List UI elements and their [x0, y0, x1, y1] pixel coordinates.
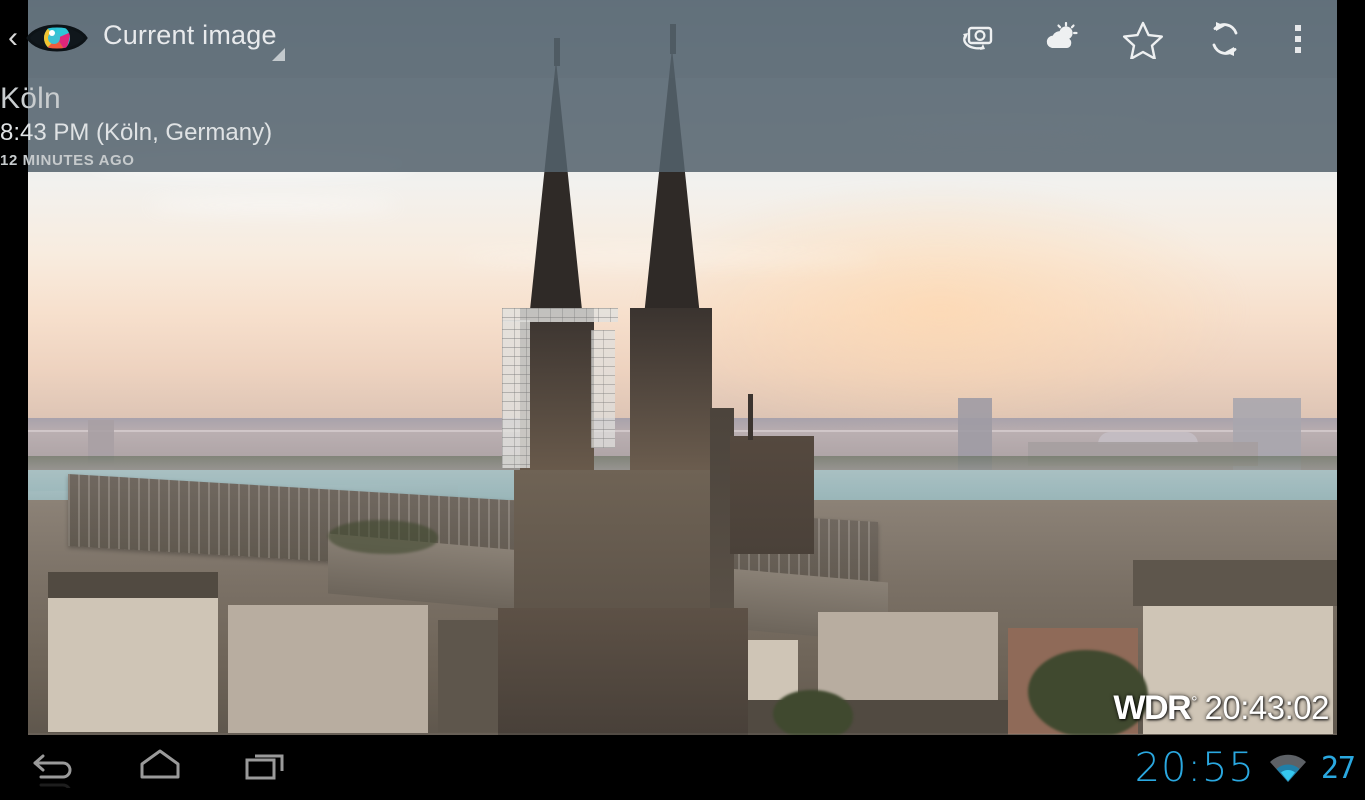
overflow-dot — [1295, 36, 1301, 42]
dropdown-caret-icon[interactable] — [272, 48, 285, 61]
star-icon[interactable] — [1117, 13, 1169, 65]
android-navigation-bar: 20:55 27 — [0, 735, 1365, 800]
tree — [1028, 650, 1148, 735]
nav-back-icon[interactable] — [18, 741, 96, 791]
battery-indicator[interactable]: 27 — [1321, 751, 1356, 786]
overflow-dot — [1295, 47, 1301, 53]
system-status-area: 20:55 27 — [1135, 735, 1356, 800]
wifi-icon[interactable] — [1267, 752, 1309, 784]
camera-name: Köln — [0, 82, 61, 115]
left-tower — [520, 308, 594, 476]
scaffolding — [591, 330, 615, 448]
scaffolding-platform — [502, 308, 618, 322]
scaffolding — [502, 320, 530, 468]
building — [48, 592, 218, 732]
building-roof — [48, 572, 218, 598]
system-clock[interactable]: 20:55 — [1135, 745, 1255, 791]
app-root: WDR ° 20:43:02 ‹ Current image Köln 8:43… — [0, 0, 1365, 800]
refresh-icon[interactable] — [1199, 13, 1251, 65]
camera-rotate-icon[interactable] — [953, 13, 1005, 65]
back-chevron-icon: ‹ — [8, 20, 18, 54]
building — [1143, 600, 1333, 734]
camera-local-time: 8:43 PM (Köln, Germany) — [0, 119, 273, 146]
eye-icon[interactable] — [26, 18, 88, 58]
overflow-dot — [1295, 25, 1301, 31]
cathedral-base — [498, 608, 748, 735]
weather-icon[interactable] — [1035, 13, 1087, 65]
cathedral-ridge-turret — [748, 394, 753, 440]
overflow-menu-icon[interactable] — [1281, 13, 1315, 65]
camera-info-overlay: Köln 8:43 PM (Köln, Germany) 12 MINUTES … — [0, 78, 1337, 172]
building — [228, 605, 428, 733]
image-age-label: 12 MINUTES AGO — [0, 152, 135, 169]
up-navigation-button[interactable]: ‹ — [0, 0, 28, 78]
nav-recents-icon[interactable] — [228, 741, 306, 791]
building-roof — [1133, 560, 1337, 606]
action-bar: ‹ Current image — [0, 0, 1337, 78]
page-title: Current image — [103, 20, 277, 50]
cathedral-nave-roof — [730, 436, 814, 554]
cloud — [148, 196, 398, 214]
action-bar-buttons — [953, 0, 1315, 78]
right-tower — [630, 308, 712, 480]
nav-home-icon[interactable] — [122, 741, 200, 791]
